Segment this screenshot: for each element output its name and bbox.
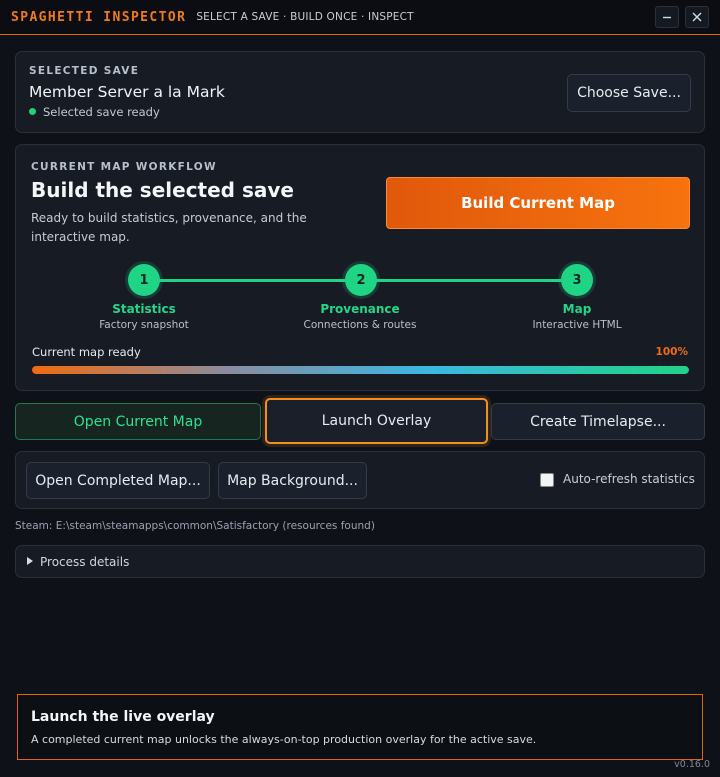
overlay-hint-body: A completed current map unlocks the alwa… <box>31 733 537 746</box>
title-bar: SPAGHETTI INSPECTOR SELECT A SAVE · BUIL… <box>0 0 720 35</box>
selected-save-name: Member Server a la Mark <box>29 83 225 101</box>
secondary-actions-panel: Open Completed Map... Map Background... … <box>15 451 705 509</box>
step-1-subtitle: Factory snapshot <box>99 319 189 331</box>
status-dot-icon <box>29 108 36 115</box>
open-current-map-button[interactable]: Open Current Map <box>15 403 261 440</box>
create-timelapse-button[interactable]: Create Timelapse... <box>491 403 705 440</box>
close-icon <box>692 12 702 22</box>
disclosure-triangle-icon <box>27 557 33 565</box>
step-3-circle: 3 <box>561 264 593 296</box>
minimize-button[interactable] <box>655 6 679 28</box>
progress-percent: 100% <box>655 346 688 358</box>
overlay-hint-box: Launch the live overlay A completed curr… <box>17 694 703 760</box>
progress-fill <box>32 366 689 374</box>
app-title: SPAGHETTI INSPECTOR <box>11 9 187 25</box>
step-1-title: Statistics <box>112 302 176 316</box>
workflow-panel: CURRENT MAP WORKFLOW Build the selected … <box>15 144 705 391</box>
step-2-circle: 2 <box>345 264 377 296</box>
progress-track <box>32 366 689 374</box>
version-label: v0.16.0 <box>674 759 710 770</box>
steam-path: Steam: E:\steam\steamapps\common\Satisfa… <box>15 520 375 532</box>
progress-label: Current map ready <box>32 345 141 359</box>
minimize-icon <box>663 16 671 19</box>
step-2-subtitle: Connections & routes <box>303 319 417 331</box>
process-details-label: Process details <box>40 555 130 569</box>
overlay-hint-title: Launch the live overlay <box>31 709 215 725</box>
map-background-button[interactable]: Map Background... <box>218 462 367 499</box>
selected-save-status-text: Selected save ready <box>43 105 160 119</box>
process-details-disclosure[interactable]: Process details <box>15 545 705 578</box>
choose-save-button[interactable]: Choose Save... <box>567 74 691 112</box>
selected-save-status: Selected save ready <box>29 105 160 119</box>
close-button[interactable] <box>685 6 709 28</box>
workflow-stepper: 1 2 3 Statistics Factory snapshot Proven… <box>16 145 706 345</box>
app-subtitle: SELECT A SAVE · BUILD ONCE · INSPECT <box>196 11 414 23</box>
step-1-circle: 1 <box>128 264 160 296</box>
launch-overlay-button[interactable]: Launch Overlay <box>265 398 488 444</box>
step-2-title: Provenance <box>320 302 400 316</box>
selected-save-heading: SELECTED SAVE <box>29 65 140 77</box>
auto-refresh-checkbox[interactable] <box>540 473 554 487</box>
step-3-title: Map <box>562 302 592 316</box>
selected-save-panel: SELECTED SAVE Member Server a la Mark Se… <box>15 51 705 133</box>
auto-refresh-label: Auto-refresh statistics <box>563 472 695 486</box>
open-completed-map-button[interactable]: Open Completed Map... <box>26 462 210 499</box>
step-3-subtitle: Interactive HTML <box>532 319 622 331</box>
